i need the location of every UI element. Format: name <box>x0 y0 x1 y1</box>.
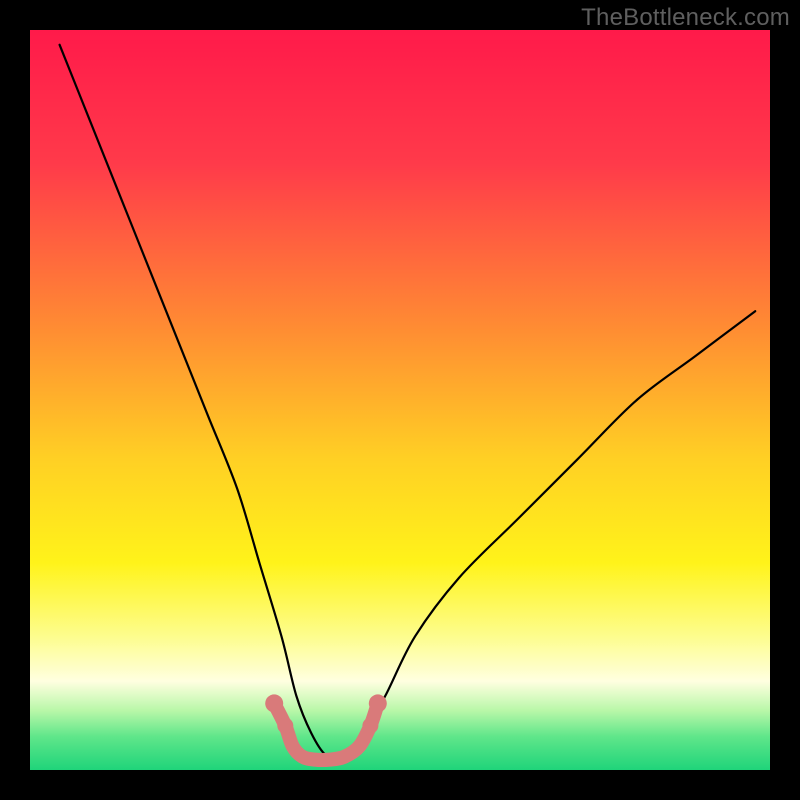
plot-background <box>30 30 770 770</box>
chart-frame: TheBottleneck.com <box>0 0 800 800</box>
watermark-label: TheBottleneck.com <box>581 4 790 32</box>
bottleneck-chart <box>0 0 800 800</box>
